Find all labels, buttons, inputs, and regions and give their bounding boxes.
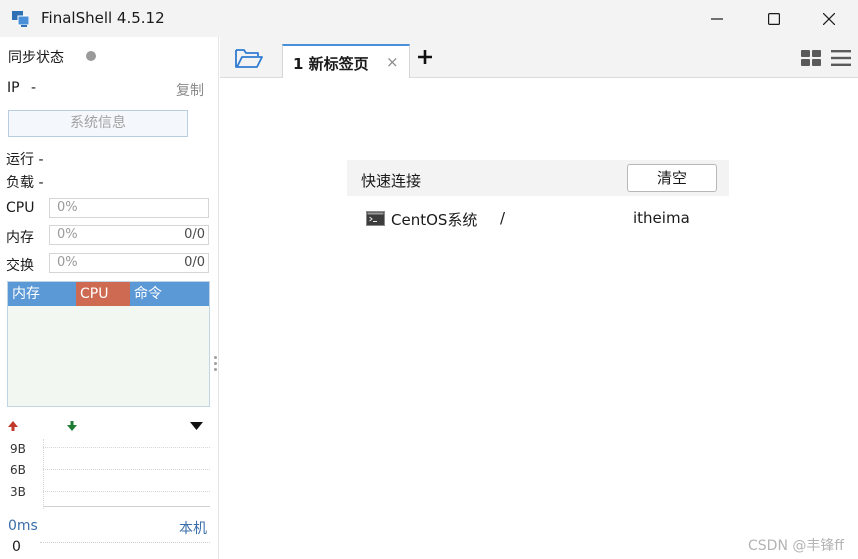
server-status-panel: 同步状态 IP - 复制 系统信息 运行 - 负载 - CPU 0% 内存 0%… [0, 37, 219, 559]
latency-value: 0ms [8, 518, 38, 534]
watermark: CSDN @丰锋ff [748, 538, 845, 554]
connection-item[interactable]: CentOS系统 / itheima [347, 204, 729, 234]
close-window-button[interactable] [802, 0, 856, 37]
uptime-label: 运行 - [6, 152, 44, 168]
column-header-command[interactable]: 命令 [130, 282, 209, 306]
grid-view-icon[interactable] [800, 49, 822, 67]
tab-bar: 1 新标签页 × [220, 37, 858, 78]
chart-gridline [43, 491, 210, 492]
cpu-meter-percent: 0% [57, 200, 78, 215]
chart-axis [43, 439, 44, 509]
system-info-button[interactable]: 系统信息 [8, 110, 188, 137]
column-header-memory[interactable]: 内存 [8, 282, 76, 306]
tab-new-tab[interactable]: 1 新标签页 × [282, 44, 410, 78]
app-logo-icon [12, 11, 29, 27]
latency-chart-gridline [40, 542, 210, 543]
connection-name: CentOS系统 [391, 211, 478, 229]
tab-label: 1 新标签页 [293, 55, 369, 73]
open-folder-icon[interactable] [234, 46, 264, 70]
column-header-cpu[interactable]: CPU [76, 282, 130, 306]
load-label: 负载 - [6, 175, 44, 191]
cpu-meter-label: CPU [6, 200, 35, 216]
quick-connect-header: 快速连接 清空 [347, 160, 729, 196]
title-bar: FinalShell 4.5.12 [0, 0, 858, 37]
cpu-meter: 0% [49, 198, 209, 218]
network-traffic-chart: 9B 6B 3B [7, 417, 210, 509]
window-title: FinalShell 4.5.12 [41, 9, 165, 27]
hamburger-menu-icon[interactable] [830, 49, 852, 67]
chart-gridline [43, 469, 210, 470]
sync-status-indicator [86, 51, 96, 61]
traffic-tick-label: 9B [10, 442, 26, 456]
ip-label: IP [7, 80, 20, 96]
latency-count: 0 [12, 539, 21, 555]
minimize-button[interactable] [690, 0, 744, 37]
sync-status-label: 同步状态 [8, 50, 64, 66]
process-table-header: 内存 CPU 命令 [8, 282, 209, 306]
add-tab-icon[interactable] [414, 46, 436, 68]
close-icon [823, 12, 835, 25]
maximize-icon [768, 12, 780, 25]
quick-connect-title: 快速连接 [361, 172, 422, 190]
connection-user: itheima [633, 209, 690, 227]
copy-ip-link[interactable]: 复制 [176, 80, 204, 100]
memory-meter: 0% 0/0 [49, 225, 209, 245]
panel-splitter-handle[interactable] [213, 356, 218, 376]
traffic-tick-label: 3B [10, 485, 26, 499]
chart-gridline [43, 447, 210, 448]
memory-meter-percent: 0% [57, 227, 78, 242]
swap-meter-percent: 0% [57, 255, 78, 270]
swap-meter-label: 交换 [6, 258, 34, 274]
tab-close-icon[interactable]: × [386, 53, 399, 71]
ip-value: - [31, 80, 37, 96]
process-table[interactable]: 内存 CPU 命令 [7, 281, 210, 407]
maximize-button[interactable] [747, 0, 801, 37]
swap-meter: 0% 0/0 [49, 253, 209, 273]
upload-arrow-icon [8, 421, 18, 431]
minimize-icon [711, 17, 723, 20]
clear-button[interactable]: 清空 [627, 164, 717, 192]
connection-path: / [500, 209, 506, 227]
terminal-icon [366, 211, 385, 226]
memory-meter-ratio: 0/0 [184, 227, 205, 242]
chart-bottom-line [43, 506, 210, 507]
swap-meter-ratio: 0/0 [184, 255, 205, 270]
network-interface-dropdown-icon[interactable] [190, 422, 203, 431]
memory-meter-label: 内存 [6, 230, 34, 246]
download-arrow-icon [67, 421, 77, 431]
new-tab-page: 快速连接 清空 CentOS系统 / itheima [220, 78, 858, 559]
local-host-link[interactable]: 本机 [179, 518, 207, 538]
traffic-tick-label: 6B [10, 463, 26, 477]
